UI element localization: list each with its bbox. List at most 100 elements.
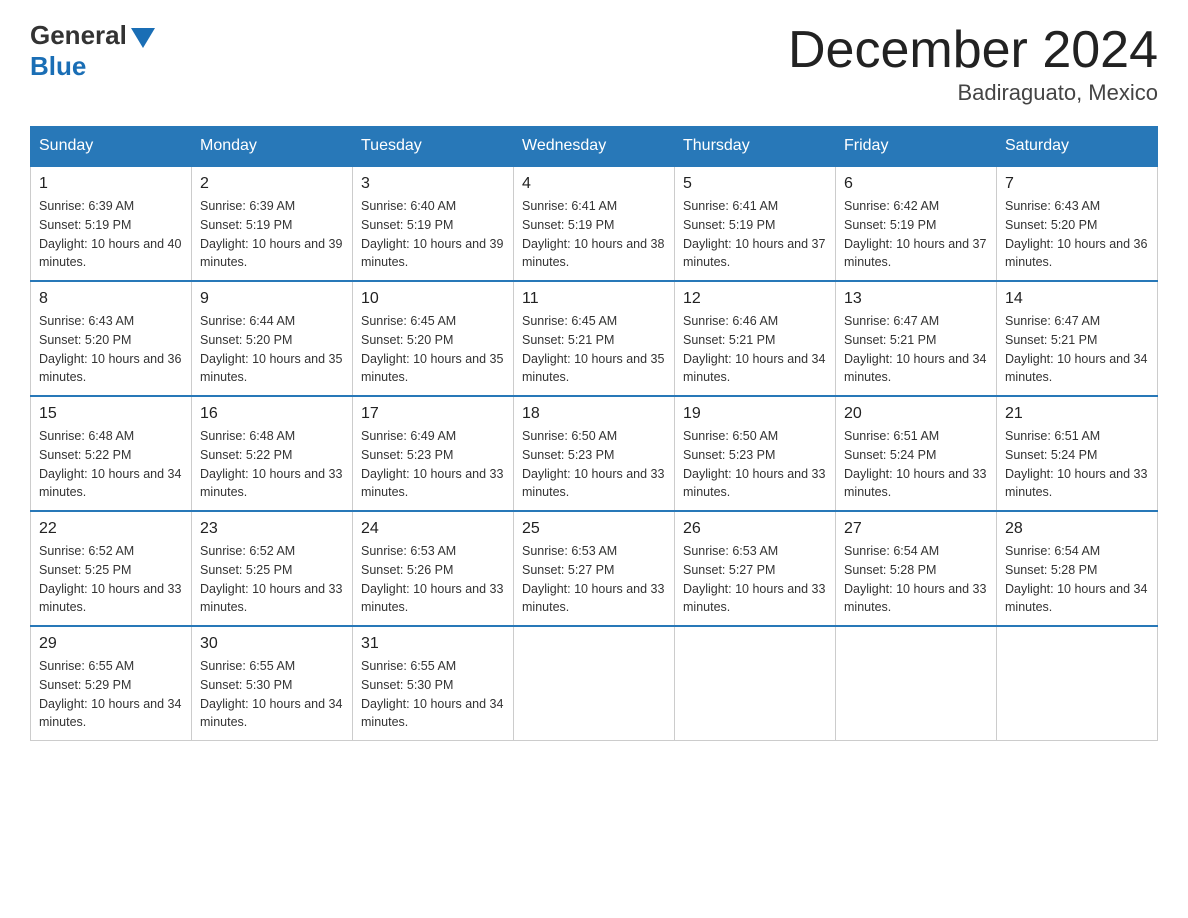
day-number: 29 [39,635,183,653]
day-number: 2 [200,175,344,193]
day-cell: 9 Sunrise: 6:44 AM Sunset: 5:20 PM Dayli… [192,281,353,396]
day-info: Sunrise: 6:46 AM Sunset: 5:21 PM Dayligh… [683,312,827,387]
day-cell: 27 Sunrise: 6:54 AM Sunset: 5:28 PM Dayl… [836,511,997,626]
day-number: 17 [361,405,505,423]
day-info: Sunrise: 6:53 AM Sunset: 5:27 PM Dayligh… [683,542,827,617]
day-info: Sunrise: 6:48 AM Sunset: 5:22 PM Dayligh… [39,427,183,502]
day-cell [675,626,836,741]
day-info: Sunrise: 6:51 AM Sunset: 5:24 PM Dayligh… [1005,427,1149,502]
day-cell: 16 Sunrise: 6:48 AM Sunset: 5:22 PM Dayl… [192,396,353,511]
week-row-5: 29 Sunrise: 6:55 AM Sunset: 5:29 PM Dayl… [31,626,1158,741]
day-number: 1 [39,175,183,193]
day-cell: 18 Sunrise: 6:50 AM Sunset: 5:23 PM Dayl… [514,396,675,511]
day-info: Sunrise: 6:51 AM Sunset: 5:24 PM Dayligh… [844,427,988,502]
day-cell: 8 Sunrise: 6:43 AM Sunset: 5:20 PM Dayli… [31,281,192,396]
day-number: 3 [361,175,505,193]
day-number: 12 [683,290,827,308]
day-info: Sunrise: 6:39 AM Sunset: 5:19 PM Dayligh… [39,197,183,272]
week-row-2: 8 Sunrise: 6:43 AM Sunset: 5:20 PM Dayli… [31,281,1158,396]
day-cell: 11 Sunrise: 6:45 AM Sunset: 5:21 PM Dayl… [514,281,675,396]
month-title: December 2024 [788,20,1158,80]
day-cell: 2 Sunrise: 6:39 AM Sunset: 5:19 PM Dayli… [192,166,353,281]
logo-general-text: General [30,20,127,51]
day-number: 6 [844,175,988,193]
day-cell: 13 Sunrise: 6:47 AM Sunset: 5:21 PM Dayl… [836,281,997,396]
day-cell: 26 Sunrise: 6:53 AM Sunset: 5:27 PM Dayl… [675,511,836,626]
day-number: 26 [683,520,827,538]
col-header-friday: Friday [836,127,997,167]
day-info: Sunrise: 6:41 AM Sunset: 5:19 PM Dayligh… [683,197,827,272]
day-number: 16 [200,405,344,423]
day-info: Sunrise: 6:49 AM Sunset: 5:23 PM Dayligh… [361,427,505,502]
day-cell: 3 Sunrise: 6:40 AM Sunset: 5:19 PM Dayli… [353,166,514,281]
day-info: Sunrise: 6:52 AM Sunset: 5:25 PM Dayligh… [200,542,344,617]
week-row-3: 15 Sunrise: 6:48 AM Sunset: 5:22 PM Dayl… [31,396,1158,511]
day-cell: 17 Sunrise: 6:49 AM Sunset: 5:23 PM Dayl… [353,396,514,511]
day-info: Sunrise: 6:43 AM Sunset: 5:20 PM Dayligh… [39,312,183,387]
page-header: General Blue December 2024 Badiraguato, … [30,20,1158,106]
week-row-1: 1 Sunrise: 6:39 AM Sunset: 5:19 PM Dayli… [31,166,1158,281]
day-info: Sunrise: 6:48 AM Sunset: 5:22 PM Dayligh… [200,427,344,502]
col-header-wednesday: Wednesday [514,127,675,167]
day-cell: 10 Sunrise: 6:45 AM Sunset: 5:20 PM Dayl… [353,281,514,396]
day-number: 7 [1005,175,1149,193]
day-number: 15 [39,405,183,423]
day-info: Sunrise: 6:47 AM Sunset: 5:21 PM Dayligh… [844,312,988,387]
day-cell: 14 Sunrise: 6:47 AM Sunset: 5:21 PM Dayl… [997,281,1158,396]
day-info: Sunrise: 6:39 AM Sunset: 5:19 PM Dayligh… [200,197,344,272]
day-cell: 24 Sunrise: 6:53 AM Sunset: 5:26 PM Dayl… [353,511,514,626]
day-info: Sunrise: 6:50 AM Sunset: 5:23 PM Dayligh… [522,427,666,502]
logo-blue-text: Blue [30,51,86,82]
day-info: Sunrise: 6:45 AM Sunset: 5:21 PM Dayligh… [522,312,666,387]
day-cell: 15 Sunrise: 6:48 AM Sunset: 5:22 PM Dayl… [31,396,192,511]
day-info: Sunrise: 6:54 AM Sunset: 5:28 PM Dayligh… [844,542,988,617]
day-info: Sunrise: 6:55 AM Sunset: 5:29 PM Dayligh… [39,657,183,732]
calendar-table: SundayMondayTuesdayWednesdayThursdayFrid… [30,126,1158,741]
day-number: 9 [200,290,344,308]
day-cell: 19 Sunrise: 6:50 AM Sunset: 5:23 PM Dayl… [675,396,836,511]
day-number: 27 [844,520,988,538]
day-cell: 31 Sunrise: 6:55 AM Sunset: 5:30 PM Dayl… [353,626,514,741]
day-number: 10 [361,290,505,308]
day-number: 31 [361,635,505,653]
day-number: 20 [844,405,988,423]
day-number: 22 [39,520,183,538]
day-cell: 1 Sunrise: 6:39 AM Sunset: 5:19 PM Dayli… [31,166,192,281]
day-info: Sunrise: 6:54 AM Sunset: 5:28 PM Dayligh… [1005,542,1149,617]
day-info: Sunrise: 6:53 AM Sunset: 5:27 PM Dayligh… [522,542,666,617]
day-cell: 20 Sunrise: 6:51 AM Sunset: 5:24 PM Dayl… [836,396,997,511]
col-header-tuesday: Tuesday [353,127,514,167]
day-info: Sunrise: 6:41 AM Sunset: 5:19 PM Dayligh… [522,197,666,272]
day-cell [514,626,675,741]
logo-triangle-icon [131,28,155,48]
day-info: Sunrise: 6:50 AM Sunset: 5:23 PM Dayligh… [683,427,827,502]
day-number: 11 [522,290,666,308]
day-number: 19 [683,405,827,423]
day-cell: 25 Sunrise: 6:53 AM Sunset: 5:27 PM Dayl… [514,511,675,626]
week-row-4: 22 Sunrise: 6:52 AM Sunset: 5:25 PM Dayl… [31,511,1158,626]
day-number: 14 [1005,290,1149,308]
day-info: Sunrise: 6:43 AM Sunset: 5:20 PM Dayligh… [1005,197,1149,272]
day-number: 4 [522,175,666,193]
day-cell: 7 Sunrise: 6:43 AM Sunset: 5:20 PM Dayli… [997,166,1158,281]
day-info: Sunrise: 6:52 AM Sunset: 5:25 PM Dayligh… [39,542,183,617]
day-info: Sunrise: 6:42 AM Sunset: 5:19 PM Dayligh… [844,197,988,272]
col-header-monday: Monday [192,127,353,167]
day-number: 5 [683,175,827,193]
day-number: 18 [522,405,666,423]
day-cell [997,626,1158,741]
day-cell: 12 Sunrise: 6:46 AM Sunset: 5:21 PM Dayl… [675,281,836,396]
day-cell [836,626,997,741]
day-info: Sunrise: 6:55 AM Sunset: 5:30 PM Dayligh… [200,657,344,732]
day-number: 28 [1005,520,1149,538]
logo: General Blue [30,20,155,82]
col-header-saturday: Saturday [997,127,1158,167]
day-cell: 23 Sunrise: 6:52 AM Sunset: 5:25 PM Dayl… [192,511,353,626]
day-number: 23 [200,520,344,538]
day-number: 24 [361,520,505,538]
day-cell: 30 Sunrise: 6:55 AM Sunset: 5:30 PM Dayl… [192,626,353,741]
day-info: Sunrise: 6:53 AM Sunset: 5:26 PM Dayligh… [361,542,505,617]
col-header-thursday: Thursday [675,127,836,167]
day-cell: 22 Sunrise: 6:52 AM Sunset: 5:25 PM Dayl… [31,511,192,626]
day-info: Sunrise: 6:47 AM Sunset: 5:21 PM Dayligh… [1005,312,1149,387]
